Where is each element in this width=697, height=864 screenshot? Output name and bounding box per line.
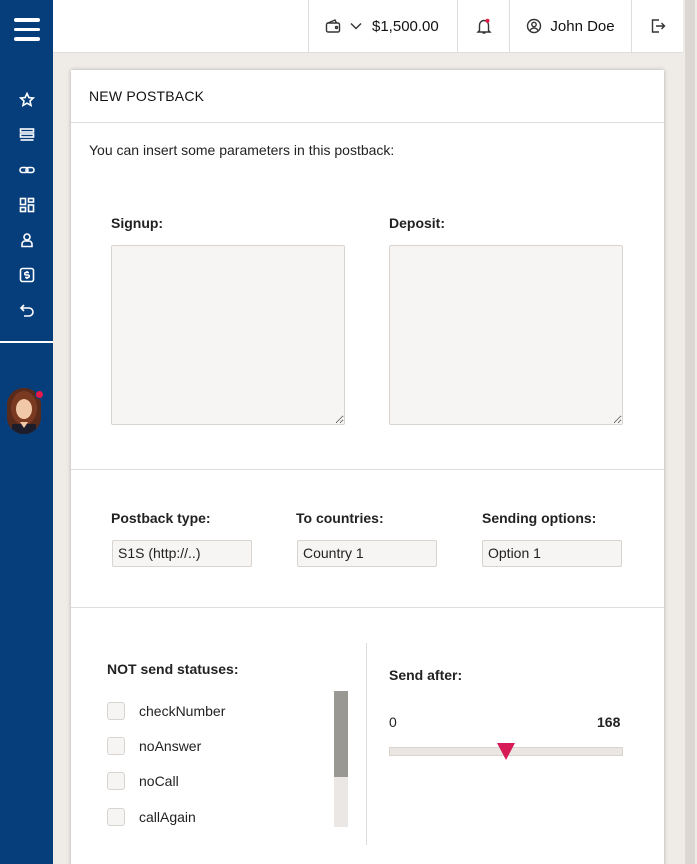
sidebar-item-dashboard[interactable] (0, 187, 53, 222)
star-icon (18, 91, 35, 107)
status-label: checkNumber (139, 703, 226, 719)
undo-icon (19, 303, 34, 317)
postback-type-label: Postback type: (111, 510, 211, 526)
divider (71, 607, 664, 608)
dashboard-icon (19, 197, 34, 212)
statuses-label: NOT send statuses: (107, 661, 239, 677)
range-min: 0 (389, 714, 397, 730)
sidebar-item-favorites[interactable] (0, 82, 53, 117)
statuses-scrollbar[interactable] (334, 691, 348, 827)
user-icon (20, 232, 33, 247)
status-checkbox[interactable] (107, 808, 125, 826)
statuses-scrollbar-thumb[interactable] (334, 691, 348, 777)
sidebar-item-links[interactable] (0, 152, 53, 187)
sidebar-item-users[interactable] (0, 222, 53, 257)
signup-label: Signup: (111, 215, 164, 231)
avatar[interactable] (7, 388, 44, 434)
new-postback-card: NEW POSTBACK You can insert some paramet… (71, 70, 664, 864)
sidebar (0, 0, 53, 864)
countries-select[interactable]: Country 1 (297, 540, 437, 567)
menu-icon[interactable] (14, 18, 40, 42)
chevron-down-icon (350, 23, 362, 30)
user-menu[interactable]: John Doe (509, 0, 631, 52)
balance-amount: $1,500.00 (372, 17, 439, 35)
page-scrollbar-thumb[interactable] (685, 0, 695, 864)
divider (71, 469, 664, 470)
deposit-textarea[interactable] (389, 245, 623, 425)
column-divider (366, 643, 367, 845)
list-icon (19, 127, 34, 141)
topbar: $1,500.00 John Doe (53, 0, 683, 53)
notification-dot (35, 390, 44, 399)
card-title: NEW POSTBACK (71, 70, 664, 123)
sending-options-label: Sending options: (482, 510, 597, 526)
status-checkbox-row[interactable]: noAnswer (107, 736, 201, 756)
status-label: callAgain (139, 809, 196, 825)
status-label: noCall (139, 773, 179, 789)
sidebar-item-list[interactable] (0, 117, 53, 152)
user-name: John Doe (550, 17, 615, 35)
status-checkbox-row[interactable]: callAgain (107, 807, 196, 827)
money-icon (19, 267, 34, 282)
page-scrollbar[interactable] (683, 0, 697, 864)
logout-icon (651, 19, 665, 33)
sidebar-item-finance[interactable] (0, 257, 53, 292)
status-checkbox-row[interactable]: noCall (107, 771, 179, 791)
balance-dropdown[interactable]: $1,500.00 (308, 0, 457, 52)
send-after-label: Send after: (389, 667, 463, 683)
deposit-label: Deposit: (389, 215, 445, 231)
user-circle-icon (527, 18, 542, 34)
postback-type-select[interactable]: S1S (http://..) (112, 540, 252, 567)
sending-options-select[interactable]: Option 1 (482, 540, 622, 567)
intro-text: You can insert some parameters in this p… (89, 142, 395, 158)
status-checkbox[interactable] (107, 772, 125, 790)
slider-handle[interactable] (497, 743, 515, 760)
link-icon (18, 166, 35, 173)
status-label: noAnswer (139, 738, 202, 754)
sidebar-item-back[interactable] (0, 292, 53, 327)
logout-button[interactable] (631, 0, 683, 52)
wallet-icon (325, 19, 341, 33)
status-checkbox[interactable] (107, 737, 125, 755)
sidebar-nav (0, 82, 53, 327)
notifications-button[interactable] (457, 0, 509, 52)
range-max: 168 (597, 714, 621, 730)
countries-label: To countries: (296, 510, 384, 526)
sidebar-divider (0, 341, 53, 343)
status-checkbox[interactable] (107, 702, 125, 720)
status-checkbox-row[interactable]: checkNumber (107, 701, 225, 721)
signup-textarea[interactable] (111, 245, 345, 425)
bell-icon (475, 18, 492, 34)
